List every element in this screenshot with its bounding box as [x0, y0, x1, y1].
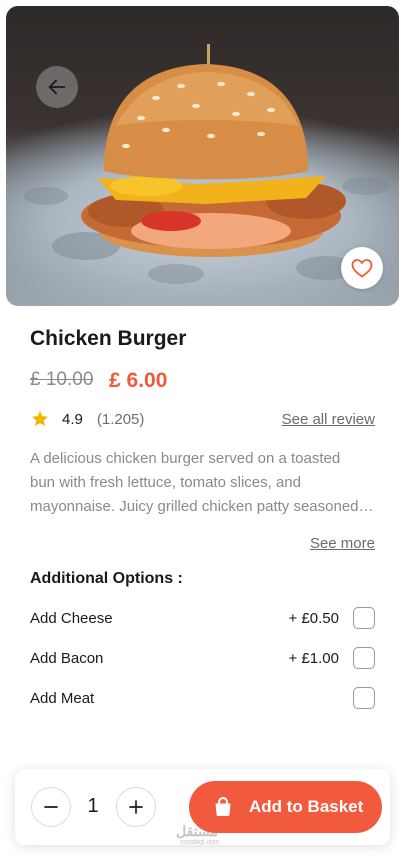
description-line: A delicious chicken burger served on a t…	[30, 450, 341, 467]
heart-icon	[351, 259, 373, 278]
description-line: mayonnaise. Juicy grilled chicken patty …	[30, 498, 377, 515]
sale-price: £ 6.00	[109, 369, 168, 392]
increase-quantity-button[interactable]	[116, 787, 156, 827]
original-price: £ 10.00	[30, 369, 94, 390]
burger-photo	[24, 44, 390, 284]
quantity-value: 1	[87, 795, 99, 817]
watermark-site: mostaql.com	[180, 839, 220, 846]
options-heading: Additional Options :	[30, 570, 183, 587]
add-to-basket-label: Add to Basket	[249, 797, 364, 816]
see-more-link[interactable]: See more	[310, 535, 375, 552]
review-count: (1.205)	[96, 410, 145, 428]
watermark-logo: مستقل	[176, 823, 218, 839]
rating-value: 4.9	[62, 410, 83, 428]
shopping-bag-icon	[215, 796, 231, 816]
option-checkbox[interactable]	[353, 607, 375, 629]
option-price: + £0.50	[288, 609, 339, 627]
option-row-cheese[interactable]: Add Cheese + £0.50	[30, 606, 375, 630]
arrow-left-icon	[48, 79, 66, 95]
option-name: Add Meat	[30, 689, 95, 707]
plus-icon	[129, 800, 143, 814]
option-checkbox[interactable]	[353, 687, 375, 709]
back-button[interactable]	[36, 66, 78, 108]
see-all-reviews-link[interactable]: See all review	[282, 411, 375, 428]
favorite-button[interactable]	[341, 247, 383, 289]
option-row-meat[interactable]: Add Meat	[30, 686, 375, 710]
rating-row: 4.9 (1.205)	[30, 409, 144, 429]
product-title: Chicken Burger	[30, 327, 187, 350]
description-line: bun with fresh lettuce, tomato slices, a…	[30, 474, 301, 491]
add-to-basket-button[interactable]: Add to Basket	[189, 781, 382, 833]
option-price: + £1.00	[288, 649, 339, 667]
minus-icon	[44, 806, 58, 808]
option-name: Add Cheese	[30, 609, 113, 627]
option-row-bacon[interactable]: Add Bacon + £1.00	[30, 646, 375, 670]
option-checkbox[interactable]	[353, 647, 375, 669]
product-description: A delicious chicken burger served on a t…	[30, 447, 377, 519]
decrease-quantity-button[interactable]	[31, 787, 71, 827]
star-icon	[32, 411, 48, 426]
product-image	[6, 6, 399, 306]
option-name: Add Bacon	[30, 649, 104, 667]
